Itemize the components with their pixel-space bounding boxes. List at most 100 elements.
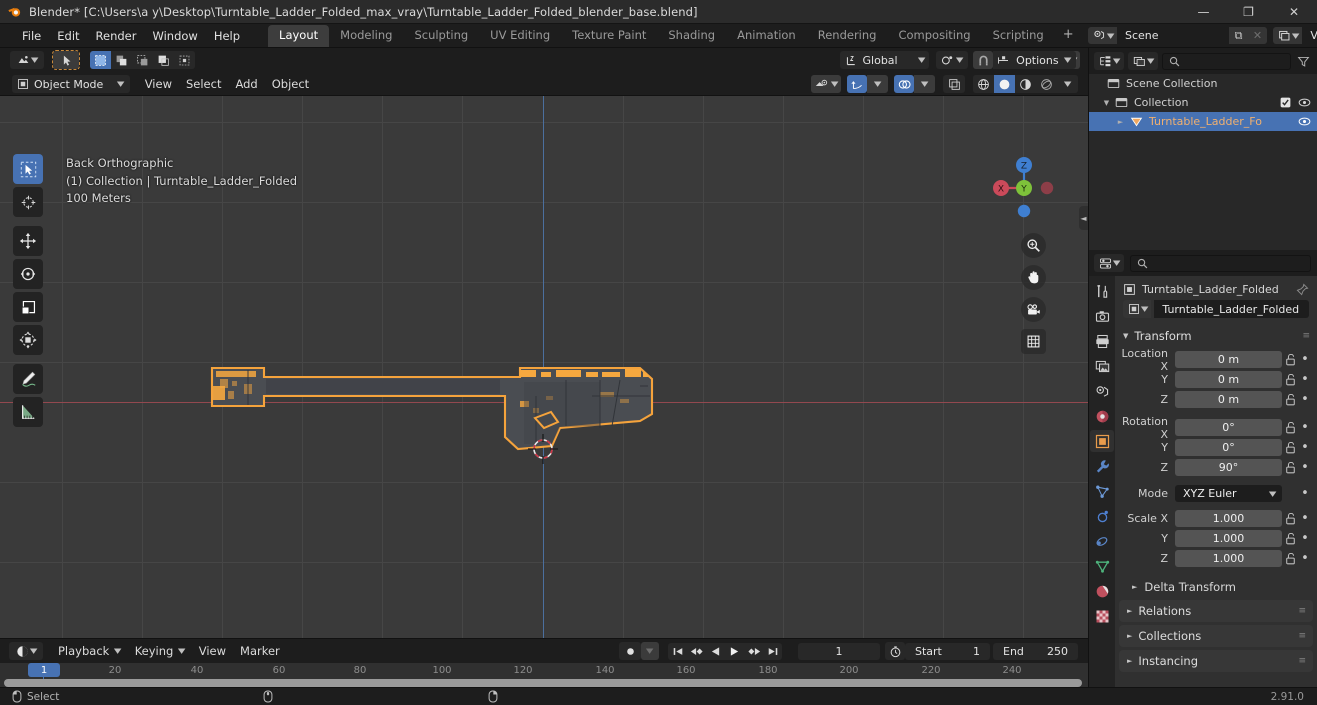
- timeline-menu-playback[interactable]: Playback ▼: [51, 642, 128, 660]
- gizmo-z-negative[interactable]: [1017, 204, 1031, 218]
- rotation-mode-animate-button[interactable]: •: [1298, 486, 1312, 501]
- location-x-animate-button[interactable]: •: [1298, 352, 1312, 367]
- tab-uv-editing[interactable]: UV Editing: [479, 25, 561, 47]
- minimize-button[interactable]: —: [1181, 0, 1226, 24]
- overlays-toggle-button[interactable]: [894, 75, 914, 93]
- cursor-tool[interactable]: [13, 187, 43, 217]
- rotation-x-lock-button[interactable]: [1282, 421, 1298, 434]
- outliner-display-mode-button[interactable]: ▼: [1128, 52, 1158, 70]
- current-frame-field[interactable]: 1: [798, 642, 880, 660]
- menu-window[interactable]: Window: [144, 26, 205, 46]
- active-tool-indicator[interactable]: [52, 50, 80, 70]
- tab-scripting[interactable]: Scripting: [982, 25, 1055, 47]
- scene-browse-button[interactable]: ▼: [1087, 27, 1117, 44]
- scene-unlink-button[interactable]: ✕: [1248, 27, 1267, 44]
- menu-edit[interactable]: Edit: [49, 26, 87, 46]
- scale-tool[interactable]: [13, 292, 43, 322]
- scale-z-animate-button[interactable]: •: [1298, 551, 1312, 566]
- play-reverse-button[interactable]: [706, 642, 725, 660]
- texture-tab[interactable]: [1090, 605, 1114, 627]
- outliner-row-collection[interactable]: ▼ Collection: [1089, 93, 1317, 112]
- location-y-field[interactable]: 0 m: [1175, 371, 1282, 388]
- end-frame-field[interactable]: End 250: [993, 642, 1078, 660]
- gizmo-y-negative[interactable]: [1040, 181, 1054, 195]
- object-browse-button[interactable]: ▼: [1123, 300, 1152, 318]
- outliner-editor-type-button[interactable]: ▼: [1094, 52, 1124, 70]
- outliner-search-input[interactable]: [1162, 52, 1291, 70]
- scale-x-field[interactable]: 1.000: [1175, 510, 1282, 527]
- menu-help[interactable]: Help: [206, 26, 248, 46]
- outliner-row-scene-collection[interactable]: Scene Collection: [1089, 74, 1317, 93]
- toggle-ortho-button[interactable]: [1021, 329, 1046, 354]
- timeline-menu-keying[interactable]: Keying ▼: [128, 642, 192, 660]
- location-z-field[interactable]: 0 m: [1175, 391, 1282, 408]
- rotation-z-lock-button[interactable]: [1282, 461, 1298, 474]
- pan-button[interactable]: [1021, 265, 1046, 290]
- select-extend-button[interactable]: [111, 51, 132, 69]
- tool-tab[interactable]: [1090, 280, 1114, 302]
- transform-tool[interactable]: [13, 325, 43, 355]
- next-keyframe-button[interactable]: [744, 642, 763, 660]
- solid-shading-button[interactable]: [994, 75, 1015, 93]
- physics-tab[interactable]: [1090, 505, 1114, 527]
- add-workspace-button[interactable]: +: [1055, 27, 1082, 44]
- select-intersect-button[interactable]: [174, 51, 195, 69]
- scale-y-lock-button[interactable]: [1282, 532, 1298, 545]
- scene-id-selector[interactable]: ▼ Scene ⧉ ✕: [1087, 27, 1267, 44]
- scale-z-lock-button[interactable]: [1282, 552, 1298, 565]
- pin-icon[interactable]: [1296, 283, 1309, 296]
- location-x-lock-button[interactable]: [1282, 353, 1298, 366]
- shading-options-button[interactable]: ▼: [1057, 75, 1078, 93]
- object-mode-selector[interactable]: Object Mode ▼: [12, 75, 130, 93]
- menu-render[interactable]: Render: [88, 26, 145, 46]
- collection-disclosure-triangle[interactable]: ▼: [1101, 99, 1112, 107]
- rotation-y-field[interactable]: 0°: [1175, 439, 1282, 456]
- auto-keying-button[interactable]: [619, 642, 641, 660]
- output-tab[interactable]: [1090, 330, 1114, 352]
- viewport-menu-select[interactable]: Select: [179, 75, 228, 93]
- outliner-filter-button[interactable]: [1295, 55, 1312, 68]
- outliner-row-object[interactable]: ► Turntable_Ladder_Fo: [1089, 112, 1317, 131]
- tab-compositing[interactable]: Compositing: [887, 25, 981, 47]
- transform-orientation-selector[interactable]: Global ▼: [839, 51, 929, 69]
- scene-name[interactable]: Scene: [1117, 27, 1229, 44]
- properties-search-input[interactable]: [1130, 254, 1311, 272]
- rotation-z-animate-button[interactable]: •: [1298, 460, 1312, 475]
- scale-y-animate-button[interactable]: •: [1298, 531, 1312, 546]
- editor-type-button[interactable]: ▼: [10, 51, 44, 69]
- select-set-button[interactable]: [90, 51, 111, 69]
- particles-tab[interactable]: [1090, 480, 1114, 502]
- pivot-point-button[interactable]: ▼: [936, 51, 968, 69]
- object-tab[interactable]: [1090, 430, 1114, 452]
- use-preview-range-button[interactable]: [885, 642, 905, 660]
- tweak-select-tool[interactable]: [13, 154, 43, 184]
- navigation-gizmo[interactable]: Z X Y: [987, 151, 1061, 225]
- gizmo-toggle-button[interactable]: [847, 75, 867, 93]
- timeline-ruler[interactable]: 20 40 60 80 100 120 140 160 180 200 220 …: [0, 663, 1088, 688]
- select-subtract-button[interactable]: [132, 51, 153, 69]
- viewport-menu-add[interactable]: Add: [228, 75, 264, 93]
- prev-keyframe-button[interactable]: [687, 642, 706, 660]
- view-layer-id-selector[interactable]: ▼ View Layer ⧉ ✕: [1273, 27, 1317, 44]
- world-tab[interactable]: [1090, 405, 1114, 427]
- camera-view-button[interactable]: [1021, 297, 1046, 322]
- collection-visibility-eye-icon[interactable]: [1298, 96, 1311, 109]
- rotation-x-field[interactable]: 0°: [1175, 419, 1282, 436]
- scene-tab[interactable]: [1090, 380, 1114, 402]
- constraints-tab[interactable]: [1090, 530, 1114, 552]
- overlays-options-button[interactable]: ▼: [914, 75, 935, 93]
- select-difference-button[interactable]: [153, 51, 174, 69]
- timeline-menu-view[interactable]: View: [192, 642, 233, 660]
- timeline-scrollbar[interactable]: [4, 679, 1082, 687]
- viewport-canvas[interactable]: Back Orthographic (1) Collection | Turnt…: [0, 96, 1088, 638]
- collection-checkbox[interactable]: [1280, 97, 1291, 108]
- location-y-lock-button[interactable]: [1282, 373, 1298, 386]
- transform-panel-header[interactable]: ▼ Transform ≡: [1115, 326, 1317, 346]
- tab-rendering[interactable]: Rendering: [807, 25, 888, 47]
- object-disclosure-triangle[interactable]: ►: [1115, 118, 1126, 126]
- location-z-animate-button[interactable]: •: [1298, 392, 1312, 407]
- viewport-menu-object[interactable]: Object: [265, 75, 316, 93]
- rendered-shading-button[interactable]: [1036, 75, 1057, 93]
- scene-new-button[interactable]: ⧉: [1229, 27, 1248, 44]
- options-button[interactable]: Options ▼: [1008, 51, 1076, 69]
